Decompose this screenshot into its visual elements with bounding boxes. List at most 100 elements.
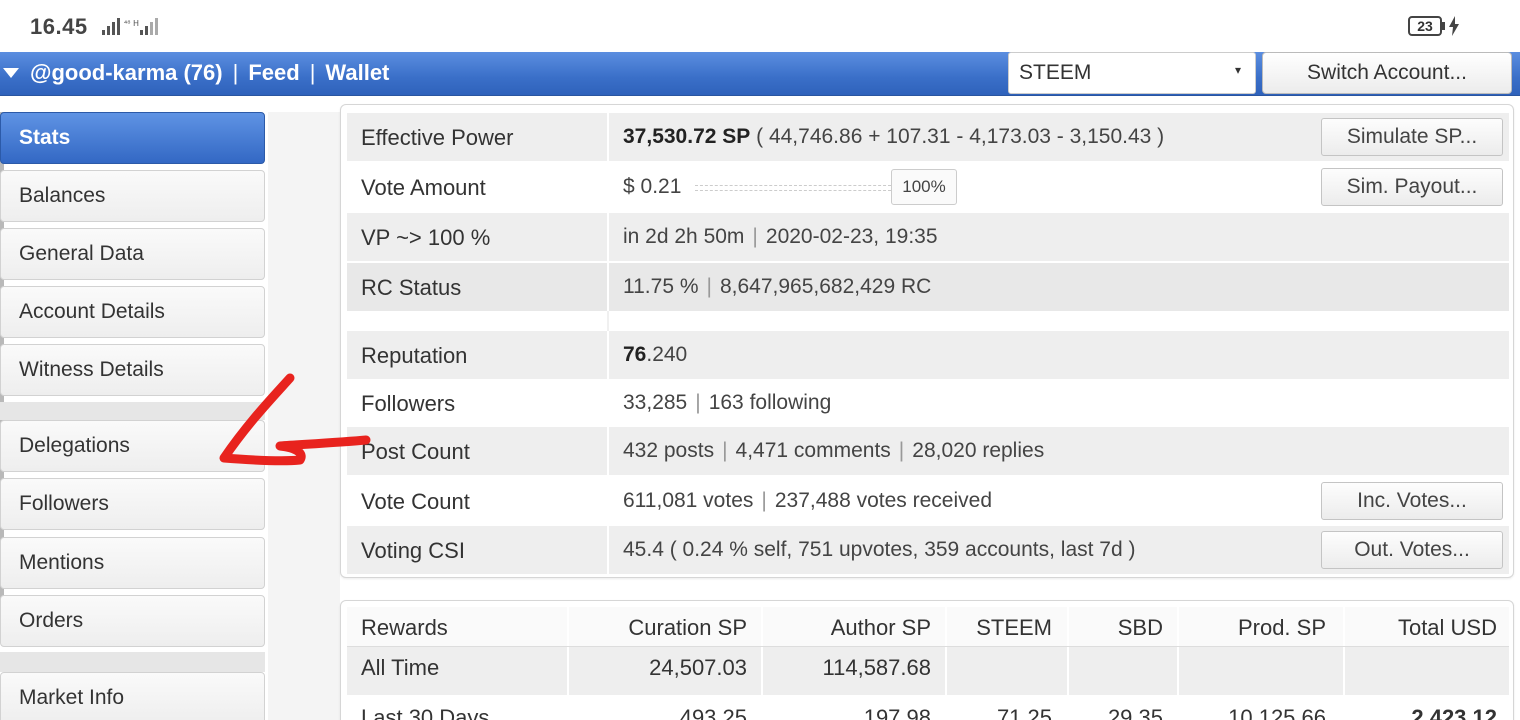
effective-power-breakdown: ( 44,746.86 + 107.31 - 4,173.03 - 3,150.… [750,125,1165,148]
header-rewards: Rewards [361,615,448,640]
status-time: 16.45 [30,14,88,39]
row-label: Last 30 Days [361,705,490,720]
rewards-table: Rewards Curation SP Author SP STEEM SBD … [340,600,1514,720]
comments-count: 4,471 comments [735,439,891,462]
stats-row-rc-status: RC Status 11.75 % | 8,647,965,682,429 RC [347,263,1509,311]
sidebar-item-stats[interactable]: Stats [0,112,265,164]
cell-curation-sp: 493.25 [679,705,747,720]
post-count-value: 432 posts | 4,471 comments | 28,020 replies [623,439,1044,463]
pipe-separator: | [706,275,712,298]
pipe-separator: | [752,225,758,248]
sidebar-item-mentions[interactable]: Mentions [0,537,265,589]
column-divider [761,607,763,646]
battery-tip [1442,22,1445,30]
vp-time-left: in 2d 2h 50m [623,225,745,248]
vote-weight-slider[interactable] [695,185,891,191]
column-divider [1343,607,1345,646]
dropdown-arrow-icon: ▾ [1234,63,1241,77]
sidebar-item-label: General Data [19,242,144,265]
stats-row-followers: Followers 33,285 | 163 following [347,379,1509,427]
replies-count: 28,020 replies [912,439,1045,462]
sidebar-item-general-data[interactable]: General Data [0,228,265,280]
sidebar-item-label: Stats [19,126,71,149]
row-label: All Time [361,655,440,680]
chain-select-value: STEEM [1019,61,1092,84]
row-label: VP ~> 100 % [361,225,491,250]
header-curation-sp: Curation SP [628,615,747,640]
battery-icon: 23 [1408,16,1442,36]
cell-author-sp: 197.98 [863,705,931,720]
votes-cast: 611,081 votes [623,489,754,512]
rc-percent: 11.75 % [623,275,699,298]
nav-feed-link[interactable]: Feed [248,60,299,85]
vp-value: in 2d 2h 50m | 2020-02-23, 19:35 [623,225,938,249]
pipe-separator: | [898,439,905,462]
sidebar-gap [0,652,265,672]
nav-account-link[interactable]: @good-karma (76) [30,60,223,85]
column-divider [945,647,947,695]
column-divider [1177,647,1179,695]
stats-panel: Effective Power 37,530.72 SP ( 44,746.86… [340,104,1514,578]
svg-text:⁴⁸ H: ⁴⁸ H [124,19,139,28]
column-divider [607,263,609,311]
sidebar-item-account-details[interactable]: Account Details [0,286,265,338]
sidebar-item-label: Balances [19,184,106,207]
column-divider [607,113,609,161]
effective-power-total: 37,530.72 SP [623,125,751,148]
sidebar-item-label: Mentions [19,551,105,574]
sidebar-item-label: Followers [19,492,109,515]
sidebar-item-market-info[interactable]: Market Info [0,672,265,720]
column-divider [607,163,609,211]
simulate-sp-button[interactable]: Simulate SP... [1321,118,1503,156]
sidebar-item-label: Market Info [19,686,125,709]
header-steem: STEEM [976,615,1052,640]
sidebar-item-balances[interactable]: Balances [0,170,265,222]
nav-separator: | [309,60,316,85]
sidebar-item-label: Delegations [19,434,130,457]
cell-author-sp: 114,587.68 [822,655,931,680]
charging-bolt-icon [1449,16,1459,36]
column-divider [607,477,609,525]
row-label: Reputation [361,343,468,368]
vote-count-value: 611,081 votes | 237,488 votes received [623,489,992,513]
switch-account-button[interactable]: Switch Account... [1262,52,1512,94]
reputation-integer: 76 [623,343,647,366]
stats-spacer-row [347,311,1509,331]
vote-weight-percent[interactable]: 100% [891,169,957,205]
sim-payout-button[interactable]: Sim. Payout... [1321,168,1503,206]
column-divider [607,213,609,261]
nav-separator: | [232,60,239,85]
out-votes-button[interactable]: Out. Votes... [1321,531,1503,569]
column-divider [1067,607,1069,646]
column-divider [567,607,569,646]
stats-row-effective-power: Effective Power 37,530.72 SP ( 44,746.86… [347,113,1509,161]
sidebar-item-followers[interactable]: Followers [0,478,265,530]
vp-full-date: 2020-02-23, 19:35 [765,225,938,248]
chain-select[interactable]: STEEM ▾ [1008,52,1256,94]
table-row: All Time 24,507.03 114,587.68 [347,647,1509,695]
stats-row-reputation: Reputation 76.240 [347,331,1509,379]
followers-count: 33,285 [623,391,688,414]
column-divider [1067,647,1069,695]
inc-votes-button[interactable]: Inc. Votes... [1321,482,1503,520]
row-label: Vote Count [361,489,470,514]
column-divider [761,647,763,695]
stats-row-vote-amount: Vote Amount $ 0.21 100% Sim. Payout... [347,163,1509,211]
followers-value: 33,285 | 163 following [623,391,831,415]
column-divider [607,331,609,379]
cell-prod-sp: 10,125.66 [1228,705,1326,720]
column-divider [1343,647,1345,695]
signal-icon: ⁴⁸ H [102,18,158,35]
reputation-decimal: .240 [646,343,688,366]
caret-down-icon[interactable] [2,66,20,80]
header-author-sp: Author SP [830,615,931,640]
stats-row-vp: VP ~> 100 % in 2d 2h 50m | 2020-02-23, 19:… [347,213,1509,261]
header-sbd: SBD [1117,615,1163,640]
sidebar-item-orders[interactable]: Orders [0,595,265,647]
vote-amount-value: $ 0.21 [623,175,682,198]
column-divider [607,427,609,475]
rewards-table-header: Rewards Curation SP Author SP STEEM SBD … [347,607,1509,647]
row-label: RC Status [361,275,462,300]
pipe-separator: | [722,439,728,462]
nav-wallet-link[interactable]: Wallet [325,60,389,85]
